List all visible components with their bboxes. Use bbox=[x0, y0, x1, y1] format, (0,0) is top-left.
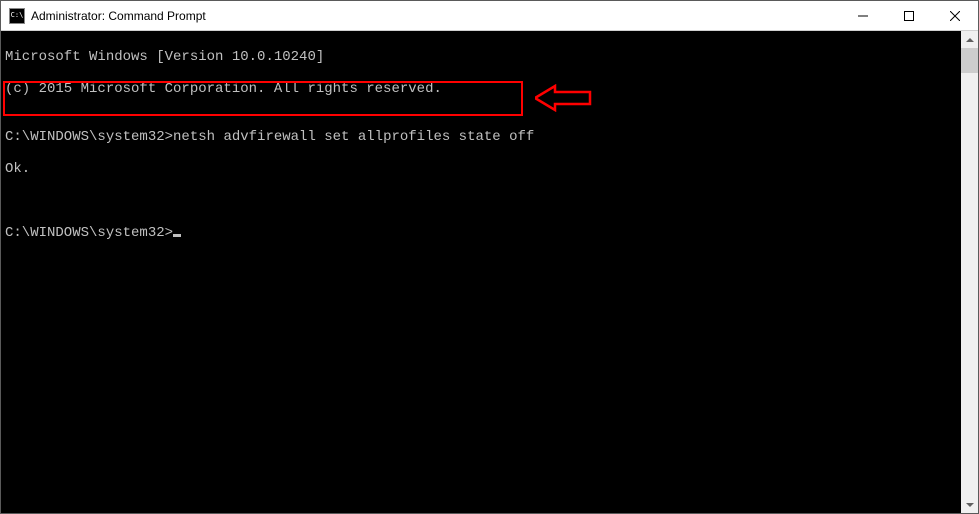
close-button[interactable] bbox=[932, 1, 978, 30]
prompt-path: C:\WINDOWS\system32> bbox=[5, 129, 173, 145]
console-line: (c) 2015 Microsoft Corporation. All righ… bbox=[5, 81, 961, 97]
scroll-up-button[interactable] bbox=[961, 31, 978, 48]
prompt-command: netsh advfirewall set allprofiles state … bbox=[173, 129, 534, 145]
window-controls bbox=[840, 1, 978, 30]
cursor-icon bbox=[173, 234, 181, 237]
minimize-button[interactable] bbox=[840, 1, 886, 30]
command-prompt-window: Administrator: Command Prompt Microsoft … bbox=[0, 0, 979, 514]
scroll-track[interactable] bbox=[961, 48, 978, 496]
console-output[interactable]: Microsoft Windows [Version 10.0.10240] (… bbox=[1, 31, 961, 513]
vertical-scrollbar[interactable] bbox=[961, 31, 978, 513]
console-response: Ok. bbox=[5, 161, 961, 177]
prompt-path: C:\WINDOWS\system32> bbox=[5, 225, 173, 241]
titlebar[interactable]: Administrator: Command Prompt bbox=[1, 1, 978, 31]
console-line: Microsoft Windows [Version 10.0.10240] bbox=[5, 49, 961, 65]
window-title: Administrator: Command Prompt bbox=[31, 9, 840, 23]
scroll-thumb[interactable] bbox=[961, 48, 978, 73]
console-line: C:\WINDOWS\system32> bbox=[5, 225, 961, 241]
client-area: Microsoft Windows [Version 10.0.10240] (… bbox=[1, 31, 978, 513]
console-line: C:\WINDOWS\system32>netsh advfirewall se… bbox=[5, 129, 961, 145]
scroll-down-button[interactable] bbox=[961, 496, 978, 513]
cmd-icon bbox=[9, 8, 25, 24]
maximize-button[interactable] bbox=[886, 1, 932, 30]
